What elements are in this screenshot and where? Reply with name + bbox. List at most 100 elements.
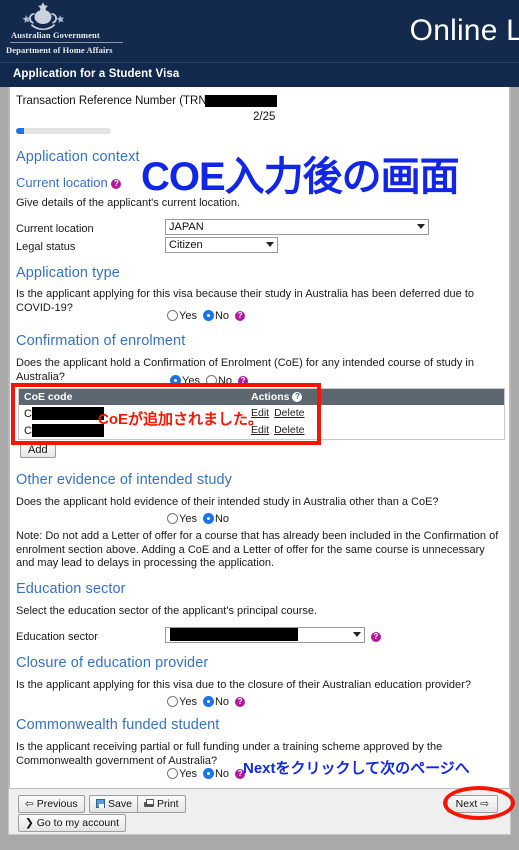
annotation-top-note: COE入力後の画面 [141, 155, 460, 199]
radio-label-no: No [214, 310, 230, 322]
heading-education-sector: Education sector [16, 581, 126, 597]
app-title: Online L [409, 14, 519, 47]
heading-confirmation-of-enrolment: Confirmation of enrolment [16, 333, 186, 349]
floppy-disk-icon [96, 799, 105, 808]
government-branding: Australian Government Department of Home… [5, 30, 125, 56]
trn-label: Transaction Reference Number (TRN [16, 95, 207, 108]
help-icon-current-location[interactable]: ? [111, 178, 122, 189]
branding-divider [10, 42, 123, 43]
australian-coat-of-arms-icon [22, 2, 64, 30]
select-legal-status[interactable]: Citizen [165, 237, 278, 253]
radio-label-no: No [217, 375, 233, 387]
screenshot-root: Australian Government Department of Home… [0, 0, 519, 850]
chevron-down-icon [353, 632, 361, 637]
coe-code-redacted [31, 407, 104, 420]
heading-other-evidence: Other evidence of intended study [16, 472, 233, 488]
delete-link[interactable]: Delete [274, 407, 304, 419]
radio-group-commonwealth[interactable]: Yes No? [167, 768, 246, 780]
chevron-down-icon [266, 242, 274, 247]
radio-label-no: No [214, 696, 230, 708]
radio-label-no: No [214, 513, 230, 525]
radio-label-yes: Yes [179, 768, 197, 780]
arrow-left-icon: ⇦ [25, 798, 34, 810]
label-current-location: Current location [16, 223, 94, 235]
label-legal-status: Legal status [16, 241, 76, 253]
select-education-sector-value [165, 627, 365, 643]
radio-other-evidence-no[interactable] [202, 513, 214, 524]
save-button[interactable]: Save [89, 795, 139, 813]
transaction-reference-row: Transaction Reference Number (TRN [16, 95, 277, 107]
radio-label-yes: Yes [182, 375, 200, 387]
progress-bar [16, 128, 111, 134]
annotation-coe-note: CoEが追加されました。 [98, 411, 264, 428]
next-button[interactable]: Next ⇨ [446, 795, 498, 813]
radio-other-evidence-yes[interactable] [167, 513, 178, 524]
help-icon-coe[interactable]: ? [238, 376, 249, 387]
radio-commonwealth-no[interactable] [202, 768, 214, 779]
radio-commonwealth-yes[interactable] [167, 768, 178, 779]
delete-link[interactable]: Delete [274, 424, 304, 436]
radio-group-confirmation-of-enrolment[interactable]: Yes No? [170, 375, 249, 387]
government-name: Australian Government [11, 30, 100, 40]
annotation-next-note: Nextをクリックして次のページへ [243, 760, 470, 777]
printer-icon [144, 799, 154, 808]
go-to-my-account-button[interactable]: ❯ Go to my account [18, 814, 127, 832]
select-current-location[interactable]: JAPAN [165, 219, 429, 235]
application-title: Application for a Student Visa [13, 68, 180, 80]
question-other-evidence: Does the applicant hold evidence of thei… [16, 496, 439, 508]
radio-label-yes: Yes [179, 513, 197, 525]
radio-label-yes: Yes [179, 696, 197, 708]
heading-commonwealth-funded-student: Commonwealth funded student [16, 717, 220, 733]
heading-application-type: Application type [16, 265, 120, 281]
coe-code-cell: C [24, 407, 104, 420]
help-icon-closure[interactable]: ? [235, 697, 246, 708]
current-location-description: Give details of the applicant's current … [16, 197, 241, 209]
radio-coe-yes[interactable] [170, 375, 181, 386]
department-name: Department of Home Affairs [6, 45, 113, 55]
print-button[interactable]: Print [137, 795, 186, 813]
coe-code-cell: C [24, 424, 104, 437]
radio-closure-no[interactable] [202, 696, 214, 707]
coe-column-actions: Actions ? [251, 391, 303, 403]
application-title-bar: Application for a Student Visa [0, 62, 519, 87]
trn-redacted-value [204, 95, 277, 107]
add-coe-button[interactable]: Add [20, 442, 56, 458]
progress-bar-fill [16, 128, 24, 134]
radio-group-other-evidence[interactable]: Yes No [167, 513, 235, 525]
radio-label-no: No [214, 768, 230, 780]
coe-table-header: CoE code Actions ? [19, 389, 504, 405]
help-icon-education-sector[interactable]: ? [371, 632, 381, 642]
help-icon-actions[interactable]: ? [292, 392, 303, 403]
radio-group-closure[interactable]: Yes No? [167, 696, 246, 708]
form-action-bar: ⇦ Previous Save Print ❯ Go to my account… [8, 788, 511, 835]
chevron-down-icon [417, 224, 425, 229]
radio-label-yes: Yes [179, 310, 197, 322]
radio-application-type-yes[interactable] [167, 310, 178, 321]
question-application-type: Is the applicant applying for this visa … [16, 288, 475, 314]
select-education-sector[interactable] [165, 627, 365, 643]
heading-application-context: Application context [16, 149, 140, 165]
heading-current-location: Current location ? [16, 175, 122, 190]
form-panel: Transaction Reference Number (TRN 2/25 A… [8, 87, 511, 835]
select-legal-status-value: Citizen [165, 237, 278, 253]
site-header: Australian Government Department of Home… [0, 0, 519, 62]
education-sector-description: Select the education sector of the appli… [16, 605, 318, 617]
question-confirmation-of-enrolment: Does the applicant hold a Confirmation o… [16, 357, 474, 383]
previous-button[interactable]: ⇦ Previous [18, 795, 85, 813]
arrow-right-icon: ⇨ [480, 798, 489, 810]
help-icon-application-type[interactable]: ? [235, 311, 246, 322]
radio-application-type-no[interactable] [202, 310, 214, 321]
other-evidence-note: Note: Do not add a Letter of offer for a… [16, 530, 499, 569]
education-sector-redacted [170, 628, 298, 641]
heading-closure-of-education-provider: Closure of education provider [16, 655, 209, 671]
select-current-location-value: JAPAN [165, 219, 429, 235]
page-counter: 2/25 [253, 111, 276, 123]
coe-column-code: CoE code [24, 391, 73, 403]
radio-coe-no[interactable] [205, 375, 217, 386]
chevron-right-icon: ❯ [25, 817, 34, 829]
radio-group-application-type[interactable]: Yes No? [167, 310, 246, 322]
coe-code-redacted [31, 424, 104, 437]
label-education-sector: Education sector [16, 631, 98, 643]
radio-closure-yes[interactable] [167, 696, 178, 707]
question-closure-of-education-provider: Is the applicant applying for this visa … [16, 679, 471, 691]
